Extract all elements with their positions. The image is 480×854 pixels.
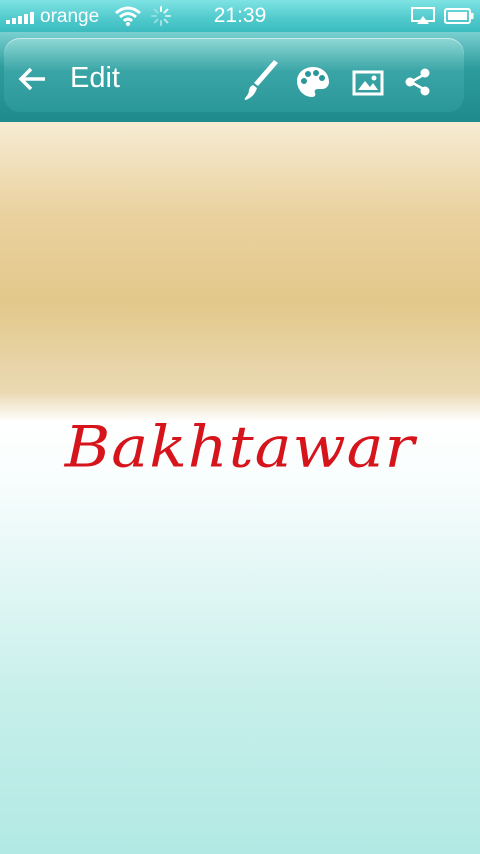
back-arrow-icon[interactable] [18, 64, 48, 94]
toolbar-panel: Edit [4, 38, 464, 112]
screen-mirror-icon [411, 7, 435, 24]
edit-canvas[interactable]: Bakhtawar [0, 122, 480, 854]
clock: 21:39 [213, 4, 267, 27]
status-bar: orange 21:39 [0, 0, 480, 32]
brush-icon[interactable] [240, 58, 280, 102]
battery-icon [444, 8, 474, 24]
toolbar: Edit [0, 32, 480, 122]
page-title: Edit [70, 62, 120, 94]
palette-icon[interactable] [296, 66, 330, 98]
image-icon[interactable] [352, 68, 384, 98]
canvas-text[interactable]: Bakhtawar [0, 413, 480, 480]
share-icon[interactable] [404, 68, 432, 96]
